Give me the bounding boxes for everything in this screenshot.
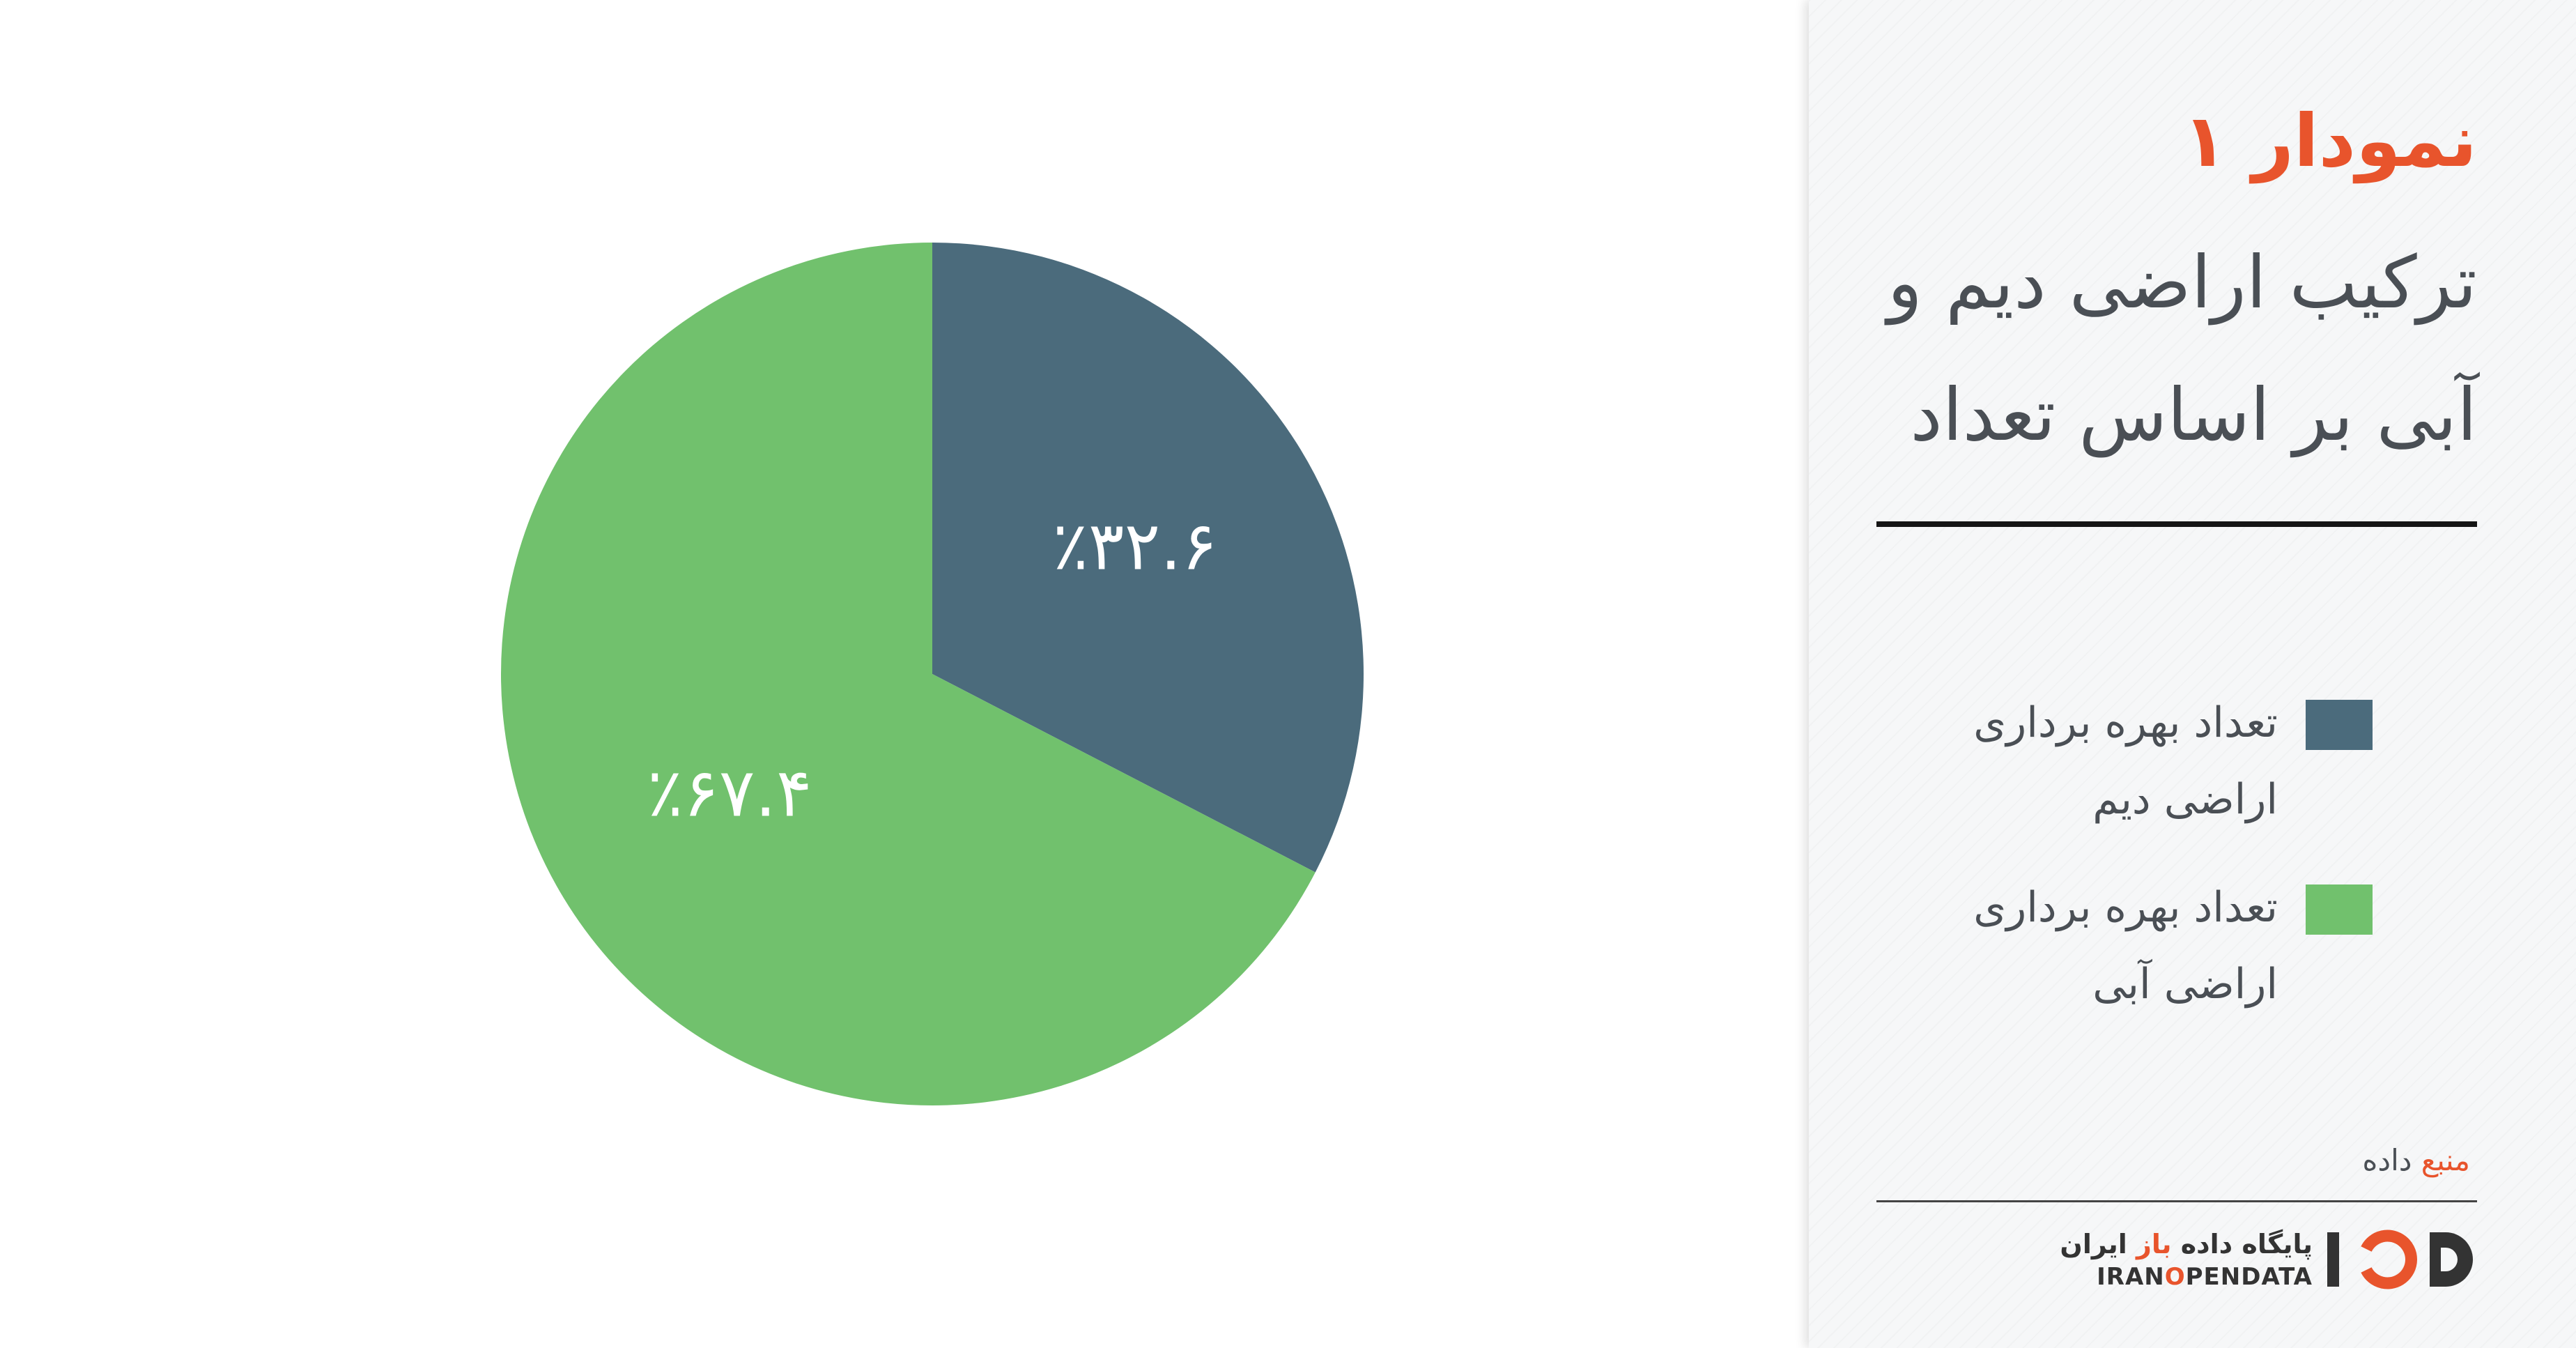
logo-fa-accent: باز — [2136, 1229, 2172, 1259]
chart-number: نمودار ۱ — [2182, 98, 2477, 183]
title-divider — [1876, 521, 2477, 527]
legend-label-irrigated: تعداد بهره برداری اراضی آبی — [1973, 883, 2278, 1009]
legend-item-dryland: تعداد بهره برداری اراضی دیم — [1876, 697, 2477, 882]
legend: تعداد بهره برداری اراضی دیم تعداد بهره ب… — [1876, 697, 2477, 1066]
iod-logo-icon — [2327, 1230, 2473, 1289]
logo-en-part-1: IRAN — [2097, 1263, 2165, 1291]
source-divider — [1876, 1200, 2477, 1202]
logo-fa-part-2: ایران — [2060, 1229, 2137, 1259]
chart-canvas: ٪۳۲.۶ ٪۶۷.۴ نمودار ۱ ترکیب اراضی دیم و آب… — [0, 0, 2576, 1348]
pie-chart: ٪۳۲.۶ ٪۶۷.۴ — [501, 243, 1364, 1106]
chart-title: ترکیب اراضی دیم و آبی بر اساس تعداد — [1887, 240, 2477, 457]
logo-fa-part-1: پایگاه داده — [2171, 1229, 2313, 1259]
legend-swatch-dryland — [2306, 700, 2373, 750]
pie-slice-label-0: ٪۳۲.۶ — [1052, 507, 1217, 585]
legend-swatch-irrigated — [2306, 884, 2373, 935]
legend-label-dryland: تعداد بهره برداری اراضی دیم — [1973, 698, 2278, 824]
logo-en-accent: O — [2164, 1263, 2186, 1291]
pie-slice-label-1: ٪۶۷.۴ — [647, 753, 812, 832]
info-panel: نمودار ۱ ترکیب اراضی دیم و آبی بر اساس ت… — [1809, 0, 2576, 1348]
source-prefix: منبع — [2421, 1143, 2470, 1177]
source-suffix: داده — [2362, 1143, 2421, 1177]
legend-item-irrigated: تعداد بهره برداری اراضی آبی — [1876, 882, 2477, 1066]
data-source-label: منبع داده — [2362, 1143, 2470, 1177]
logo-en-part-2: PENDATA — [2185, 1263, 2313, 1291]
pie-chart-area: ٪۳۲.۶ ٪۶۷.۴ — [0, 0, 1809, 1348]
logo-persian-text: پایگاه داده باز ایران — [2060, 1228, 2313, 1260]
logo-english-text: IRANOPENDATA — [2097, 1263, 2313, 1291]
iranopendata-logo: پایگاه داده باز ایران IRANOPENDATA — [2060, 1228, 2477, 1291]
